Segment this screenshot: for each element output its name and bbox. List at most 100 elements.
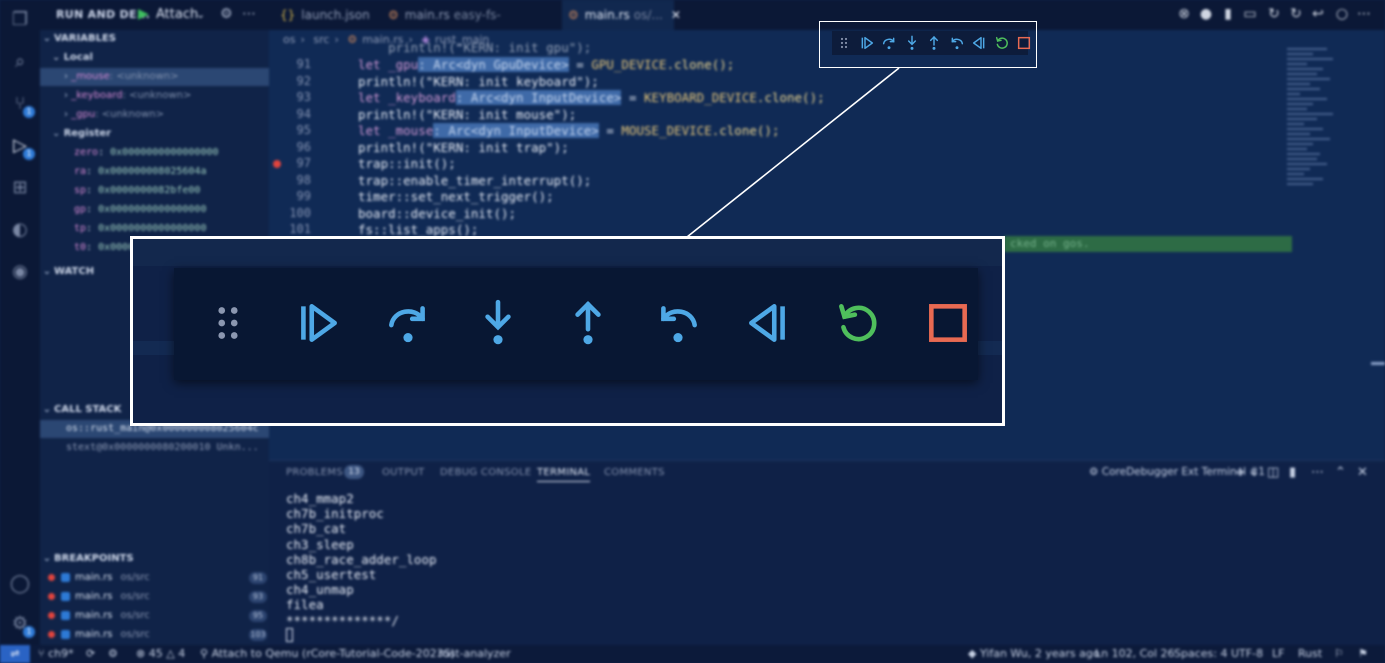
step-into-icon[interactable] bbox=[904, 35, 920, 51]
chevron-down-icon[interactable]: ⌄ bbox=[196, 8, 205, 21]
tab-main-rs-easy-fs[interactable]: ⚙main.rseasy-fs-fuse/...M bbox=[388, 0, 556, 52]
rust-analyzer-status[interactable]: rust-analyzer bbox=[438, 645, 511, 663]
tab-main-rs-os[interactable]: ⚙ main.rs os/... ✕ bbox=[562, 0, 681, 30]
restart-icon[interactable] bbox=[833, 298, 883, 352]
breadcrumb-item[interactable]: os bbox=[283, 33, 295, 46]
breakpoint-dot-icon bbox=[48, 630, 55, 638]
reverse-continue-icon[interactable] bbox=[743, 298, 793, 352]
step-out-icon[interactable] bbox=[563, 298, 613, 352]
encoding[interactable]: UTF-8 bbox=[1231, 645, 1263, 663]
debug-toolbar-zoomed[interactable] bbox=[174, 268, 978, 380]
reload-icon[interactable]: ↻ bbox=[1288, 6, 1304, 22]
search-icon[interactable]: ⌕ bbox=[8, 50, 32, 74]
extensions-icon[interactable]: ⊞ bbox=[8, 176, 32, 200]
archive-icon[interactable]: ▭ bbox=[1242, 6, 1258, 22]
remote-indicator-icon[interactable]: ⇌ bbox=[0, 645, 30, 663]
breakpoint-checkbox[interactable] bbox=[61, 610, 70, 620]
step-into-icon[interactable] bbox=[473, 298, 523, 352]
gear-icon[interactable]: ⚙ bbox=[220, 6, 233, 22]
breakpoint-checkbox[interactable] bbox=[61, 591, 70, 601]
sync-icon[interactable]: ⟳ bbox=[86, 645, 95, 663]
chevron-down-icon[interactable]: ⌄ bbox=[1249, 465, 1260, 480]
start-debugging-icon[interactable]: ▶ bbox=[138, 6, 149, 22]
explorer-icon[interactable]: ❐ bbox=[8, 8, 32, 32]
tab-output[interactable]: OUTPUT bbox=[382, 467, 425, 478]
continue-icon[interactable] bbox=[293, 298, 343, 352]
continue-icon[interactable] bbox=[859, 35, 875, 51]
register-row[interactable]: ra: 0x000000008025604a bbox=[40, 163, 303, 181]
minimap[interactable] bbox=[1287, 48, 1353, 208]
step-back-icon[interactable] bbox=[653, 298, 703, 352]
step-back-icon[interactable] bbox=[949, 35, 965, 51]
tab-comments[interactable]: COMMENTS bbox=[604, 467, 665, 478]
breakpoint-checkbox[interactable] bbox=[61, 629, 70, 639]
feedback-icon[interactable]: ⚐ bbox=[1334, 645, 1344, 663]
problems-status[interactable]: ⊗ 45 △ 4 bbox=[136, 645, 185, 663]
account-icon[interactable]: ◯ bbox=[8, 572, 32, 596]
indentation[interactable]: Spaces: 4 bbox=[1174, 645, 1227, 663]
local-scope[interactable]: ⌄ Local bbox=[40, 49, 269, 67]
drag-handle-icon[interactable] bbox=[203, 298, 253, 352]
register-row[interactable]: zero: 0x0000000000000000 bbox=[40, 144, 303, 162]
breakpoint-item[interactable]: main.rs os/src 95 bbox=[40, 607, 277, 625]
variable-row[interactable]: › _mouse: <unknown> bbox=[40, 68, 269, 86]
maximize-panel-icon[interactable]: ⌃ bbox=[1335, 465, 1346, 480]
trash-icon[interactable]: ▮ bbox=[1289, 465, 1296, 480]
breakpoint-item[interactable]: main.rs os/src 93 bbox=[40, 588, 277, 606]
debug-toolbar[interactable] bbox=[832, 31, 1031, 55]
tab-debug-console[interactable]: DEBUG CONSOLE bbox=[440, 467, 531, 478]
restart-icon[interactable] bbox=[994, 35, 1010, 51]
close-icon[interactable]: ✕ bbox=[671, 8, 681, 22]
variables-section-header[interactable]: ⌄ VARIABLES bbox=[40, 30, 269, 48]
remote-explorer-icon[interactable]: ◐ bbox=[8, 218, 32, 242]
debug-target-status[interactable]: ⚲ Attach to Qemu (rCore-Tutorial-Code-20… bbox=[200, 645, 455, 663]
tab-terminal[interactable]: TERMINAL bbox=[537, 467, 591, 482]
code-line: println!("KERN: init keyboard"); bbox=[358, 73, 599, 89]
launch-config-select[interactable]: Attach bbox=[156, 7, 198, 22]
record-icon[interactable]: ● bbox=[1198, 6, 1214, 22]
breadcrumb-item[interactable]: src bbox=[313, 33, 329, 46]
reverse-continue-icon[interactable] bbox=[971, 35, 987, 51]
step-over-icon[interactable] bbox=[383, 298, 433, 352]
register-row[interactable]: sp: 0x0000000082bfe00 bbox=[40, 182, 303, 200]
callstack-frame[interactable]: stext@0x0000000080200010 Unkn... bbox=[40, 439, 295, 457]
breakpoints-section-header[interactable]: ⌄ BREAKPOINTS bbox=[40, 550, 269, 568]
step-over-icon[interactable] bbox=[881, 35, 897, 51]
breakpoint-gutter-dot[interactable] bbox=[273, 160, 281, 168]
tab-problems[interactable]: PROBLEMS bbox=[286, 467, 343, 478]
circle-icon[interactable]: ○ bbox=[1334, 6, 1350, 22]
terminal-icon: ⚙ bbox=[1089, 466, 1102, 478]
close-panel-icon[interactable]: ✕ bbox=[1357, 465, 1368, 480]
split-terminal-icon[interactable]: ◫ bbox=[1267, 465, 1279, 480]
close-circle-icon[interactable]: ⊗ bbox=[1176, 6, 1192, 22]
drag-handle-icon[interactable] bbox=[836, 35, 852, 51]
trash-icon[interactable]: ▮ bbox=[1220, 6, 1236, 22]
breakpoint-checkbox[interactable] bbox=[61, 572, 70, 582]
github-icon[interactable]: ◉ bbox=[8, 260, 32, 284]
variable-row[interactable]: › _keyboard: <unknown> bbox=[40, 87, 269, 105]
more-icon[interactable]: ⋯ bbox=[1311, 465, 1324, 480]
new-terminal-icon[interactable]: + bbox=[1235, 465, 1246, 480]
back-icon[interactable]: ↩ bbox=[1310, 6, 1326, 22]
variable-row[interactable]: › _gpu: <unknown> bbox=[40, 106, 269, 124]
step-out-icon[interactable] bbox=[926, 35, 942, 51]
cursor-position[interactable]: Ln 102, Col 26 bbox=[1095, 645, 1175, 663]
register-row[interactable]: gp: 0x0000000000000000 bbox=[40, 201, 303, 219]
breakpoint-item[interactable]: main.rs os/src 91 bbox=[40, 569, 277, 587]
more-icon[interactable]: ⋯ bbox=[242, 6, 256, 22]
breakpoint-item[interactable]: main.rs os/src 103 bbox=[40, 626, 277, 644]
tab-launch-json[interactable]: {} launch.json bbox=[280, 0, 380, 30]
more-icon[interactable]: ⋯ bbox=[1356, 6, 1372, 22]
register-scope[interactable]: ⌄ Register bbox=[40, 125, 269, 143]
refresh-icon[interactable]: ↻ bbox=[1266, 6, 1282, 22]
git-blame-status[interactable]: ◆ Yifan Wu, 2 years ago bbox=[968, 645, 1100, 663]
notifications-icon[interactable]: ⚑ bbox=[1358, 645, 1368, 663]
branch-status[interactable]: ⑂ ch9* bbox=[38, 645, 74, 663]
language-mode[interactable]: Rust bbox=[1298, 645, 1322, 663]
scrollbar-marker[interactable] bbox=[1371, 362, 1385, 365]
line-ending[interactable]: LF bbox=[1272, 645, 1284, 663]
line-number: 94 bbox=[296, 106, 311, 121]
debug-status-icon[interactable]: ⚙ bbox=[108, 645, 118, 663]
stop-icon[interactable] bbox=[923, 298, 973, 352]
stop-icon[interactable] bbox=[1016, 35, 1032, 51]
